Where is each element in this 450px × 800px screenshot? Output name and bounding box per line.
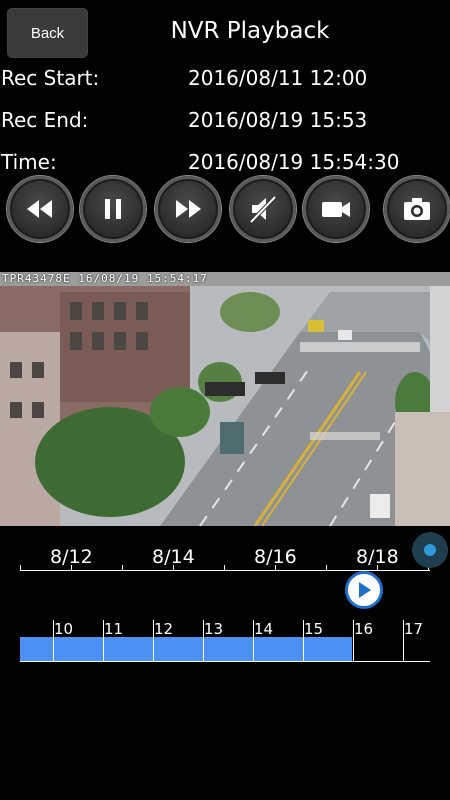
fast-forward-icon	[176, 200, 201, 218]
mute-button[interactable]	[230, 176, 296, 242]
back-button[interactable]: Back	[7, 8, 88, 58]
timeline-scroll-dot	[424, 544, 436, 556]
rec-end-label: Rec End:	[1, 108, 89, 132]
date-tick	[326, 565, 327, 571]
hour-label: 12	[154, 620, 174, 638]
hour-axis	[20, 661, 430, 662]
hour-label: 14	[254, 620, 274, 638]
date-timeline[interactable]: 8/12 8/14 8/16 8/18	[20, 540, 430, 575]
pause-button[interactable]	[80, 176, 146, 242]
timeline-scroll-handle[interactable]	[412, 532, 448, 568]
date-tick	[122, 565, 123, 571]
hour-label: 15	[304, 620, 324, 638]
rec-start-row: Rec Start: 2016/08/11 12:00	[0, 66, 450, 96]
rewind-button[interactable]	[7, 176, 73, 242]
date-tick	[275, 565, 276, 571]
hour-label: 17	[404, 620, 424, 638]
page-title: NVR Playback	[170, 18, 330, 44]
playhead-play-button[interactable]	[345, 571, 383, 609]
time-label: Time:	[1, 150, 57, 174]
speaker-muted-icon	[249, 195, 277, 224]
record-button[interactable]	[303, 176, 369, 242]
date-tick	[377, 565, 378, 571]
pause-icon	[105, 199, 121, 219]
snapshot-button[interactable]	[384, 176, 450, 242]
camera-icon	[404, 198, 430, 220]
video-camera-icon	[322, 202, 350, 217]
rec-start-label: Rec Start:	[1, 66, 100, 90]
camera-feed-image	[0, 272, 450, 526]
date-tick	[20, 565, 21, 571]
rec-end-value: 2016/08/19 15:53	[188, 108, 368, 132]
video-timestamp-overlay: TPR43478E 16/08/19 15:54:17	[2, 272, 208, 285]
date-tick	[71, 565, 72, 571]
rec-end-row: Rec End: 2016/08/19 15:53	[0, 108, 450, 138]
hour-label: 10	[54, 620, 74, 638]
hour-timeline[interactable]: 10 11 12 13 14 15 16 17	[20, 620, 430, 665]
rec-start-value: 2016/08/11 12:00	[188, 66, 368, 90]
hour-label: 11	[104, 620, 124, 638]
date-tick	[224, 565, 225, 571]
time-row: Time: 2016/08/19 15:54:30	[0, 150, 450, 180]
hour-label: 13	[204, 620, 224, 638]
video-view[interactable]: TPR43478E 16/08/19 15:54:17	[0, 272, 450, 526]
hour-label: 16	[354, 620, 374, 638]
play-icon	[359, 582, 371, 598]
time-value: 2016/08/19 15:54:30	[188, 150, 400, 174]
date-tick	[173, 565, 174, 571]
fast-forward-button[interactable]	[155, 176, 221, 242]
rewind-icon	[27, 200, 52, 218]
